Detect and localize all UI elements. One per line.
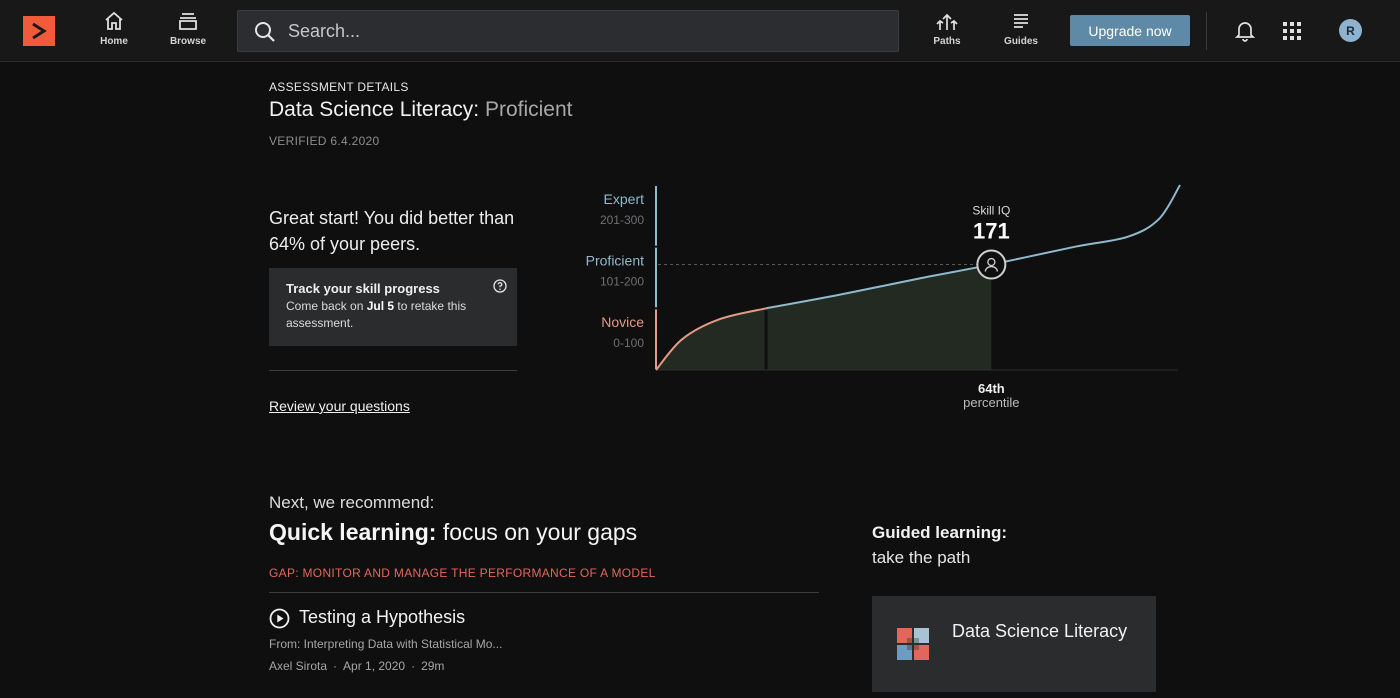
- verified-date: VERIFIED 6.4.2020: [269, 134, 380, 148]
- page-title: Data Science Literacy: Proficient: [269, 98, 573, 122]
- course-duration: 29m: [421, 659, 445, 673]
- band-range-expert: 201-300: [600, 213, 644, 227]
- course-date: Apr 1, 2020: [343, 659, 406, 673]
- course-title[interactable]: Testing a Hypothesis: [299, 607, 465, 628]
- percentile-label: percentile: [963, 395, 1019, 410]
- avatar[interactable]: R: [1339, 19, 1362, 42]
- skill-name: Data Science Literacy:: [269, 98, 480, 121]
- help-icon[interactable]: [493, 279, 507, 293]
- path-grid-icon: [897, 628, 929, 660]
- bell-icon[interactable]: [1235, 20, 1255, 42]
- apps-grid-icon[interactable]: [1282, 21, 1302, 41]
- browse-icon: [179, 13, 197, 30]
- guided-learning-subheading: take the path: [872, 548, 971, 567]
- gap-label: GAP: MONITOR AND MANAGE THE PERFORMANCE …: [269, 566, 656, 580]
- band-label-expert: Expert: [604, 191, 645, 207]
- summary-prefix: Great start! You did better than: [269, 208, 515, 228]
- skill-iq-chart: Expert 201-300 Proficient 101-200 Novice…: [586, 184, 1181, 410]
- band-range-proficient: 101-200: [600, 275, 644, 289]
- search-bar: [237, 10, 899, 52]
- recommend-intro: Next, we recommend:: [269, 493, 435, 512]
- nav-browse[interactable]: Browse: [158, 11, 218, 55]
- nav-guides-label: Guides: [1004, 36, 1038, 47]
- band-label-proficient: Proficient: [586, 253, 644, 269]
- result-summary: Great start! You did better than 64% of …: [269, 205, 539, 257]
- nav-paths[interactable]: Paths: [917, 11, 977, 55]
- nav-divider: [1206, 12, 1207, 50]
- pluralsight-logo-icon[interactable]: [23, 16, 55, 46]
- percentile-value: 64th: [978, 381, 1005, 396]
- path-card[interactable]: Data Science Literacy: [872, 596, 1156, 692]
- retake-date: Jul 5: [366, 299, 395, 313]
- quick-learning-bold: Quick learning:: [269, 519, 437, 545]
- nav-browse-label: Browse: [169, 36, 207, 47]
- track-progress-card: Track your skill progress Come back on J…: [269, 268, 517, 346]
- meta-separator: ·: [333, 659, 338, 673]
- nav-home[interactable]: Home: [84, 11, 144, 55]
- summary-percent: 64%: [269, 234, 306, 254]
- course-source: From: Interpreting Data with Statistical…: [269, 637, 503, 651]
- nav-home-label: Home: [100, 36, 128, 47]
- guided-learning-heading: Guided learning:: [872, 523, 1008, 542]
- nav-guides[interactable]: Guides: [991, 11, 1051, 55]
- skill-iq-label: Skill IQ: [972, 204, 1010, 218]
- course-author: Axel Sirota: [269, 659, 328, 673]
- paths-icon: [936, 13, 958, 30]
- divider: [269, 370, 517, 371]
- nav-paths-label: Paths: [933, 36, 961, 47]
- track-progress-title: Track your skill progress: [286, 281, 440, 296]
- play-icon[interactable]: [269, 608, 290, 629]
- summary-suffix: of your peers.: [305, 234, 421, 254]
- skill-level: Proficient: [484, 98, 573, 121]
- review-questions-link[interactable]: Review your questions: [269, 398, 410, 414]
- track-body-prefix: Come back on: [286, 299, 367, 313]
- assessment-details-eyebrow: ASSESSMENT DETAILS: [269, 80, 409, 94]
- band-label-novice: Novice: [601, 314, 644, 330]
- meta-separator: ·: [411, 659, 416, 673]
- quick-learning-rest: focus on your gaps: [436, 519, 638, 545]
- track-progress-body: Come back on Jul 5 to retake this assess…: [286, 298, 476, 332]
- percentile-area: [656, 264, 992, 370]
- upgrade-now-button[interactable]: Upgrade now: [1070, 15, 1190, 46]
- search-input[interactable]: [288, 11, 888, 51]
- user-marker-icon: [976, 249, 1007, 280]
- quick-learning-heading: Quick learning: focus on your gaps: [269, 519, 637, 546]
- course-meta: Axel Sirota · Apr 1, 2020 · 29m: [269, 659, 444, 673]
- top-navigation-bar: Home Browse Paths Guides Upgrade now R: [0, 0, 1400, 62]
- guides-icon: [1014, 14, 1028, 28]
- path-title[interactable]: Data Science Literacy: [952, 618, 1132, 645]
- divider: [269, 592, 819, 593]
- search-icon: [255, 22, 275, 42]
- skill-iq-value: 171: [973, 219, 1010, 244]
- band-range-novice: 0-100: [613, 336, 644, 350]
- home-icon: [105, 11, 123, 30]
